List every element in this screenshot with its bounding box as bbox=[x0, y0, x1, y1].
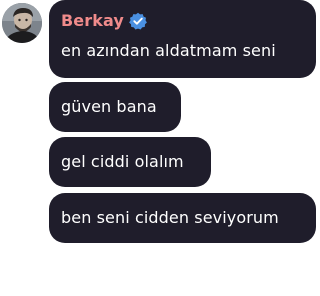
message-bubble[interactable]: güven bana bbox=[49, 82, 181, 132]
message-bubble[interactable]: ben seni cidden seviyorum bbox=[49, 193, 316, 243]
avatar[interactable] bbox=[2, 3, 42, 43]
verified-badge-icon bbox=[129, 12, 147, 30]
message-text: en azından aldatmam seni bbox=[61, 41, 276, 60]
message-bubble[interactable]: Berkay en azından aldatmam seni bbox=[49, 0, 316, 78]
sender-name[interactable]: Berkay bbox=[61, 9, 124, 33]
message-header: Berkay bbox=[61, 9, 304, 33]
message-text: gel ciddi olalım bbox=[61, 152, 184, 171]
message-bubble[interactable]: gel ciddi olalım bbox=[49, 137, 211, 187]
message-text: ben seni cidden seviyorum bbox=[61, 208, 279, 227]
message-text: güven bana bbox=[61, 97, 157, 116]
profile-photo-icon bbox=[2, 3, 42, 43]
